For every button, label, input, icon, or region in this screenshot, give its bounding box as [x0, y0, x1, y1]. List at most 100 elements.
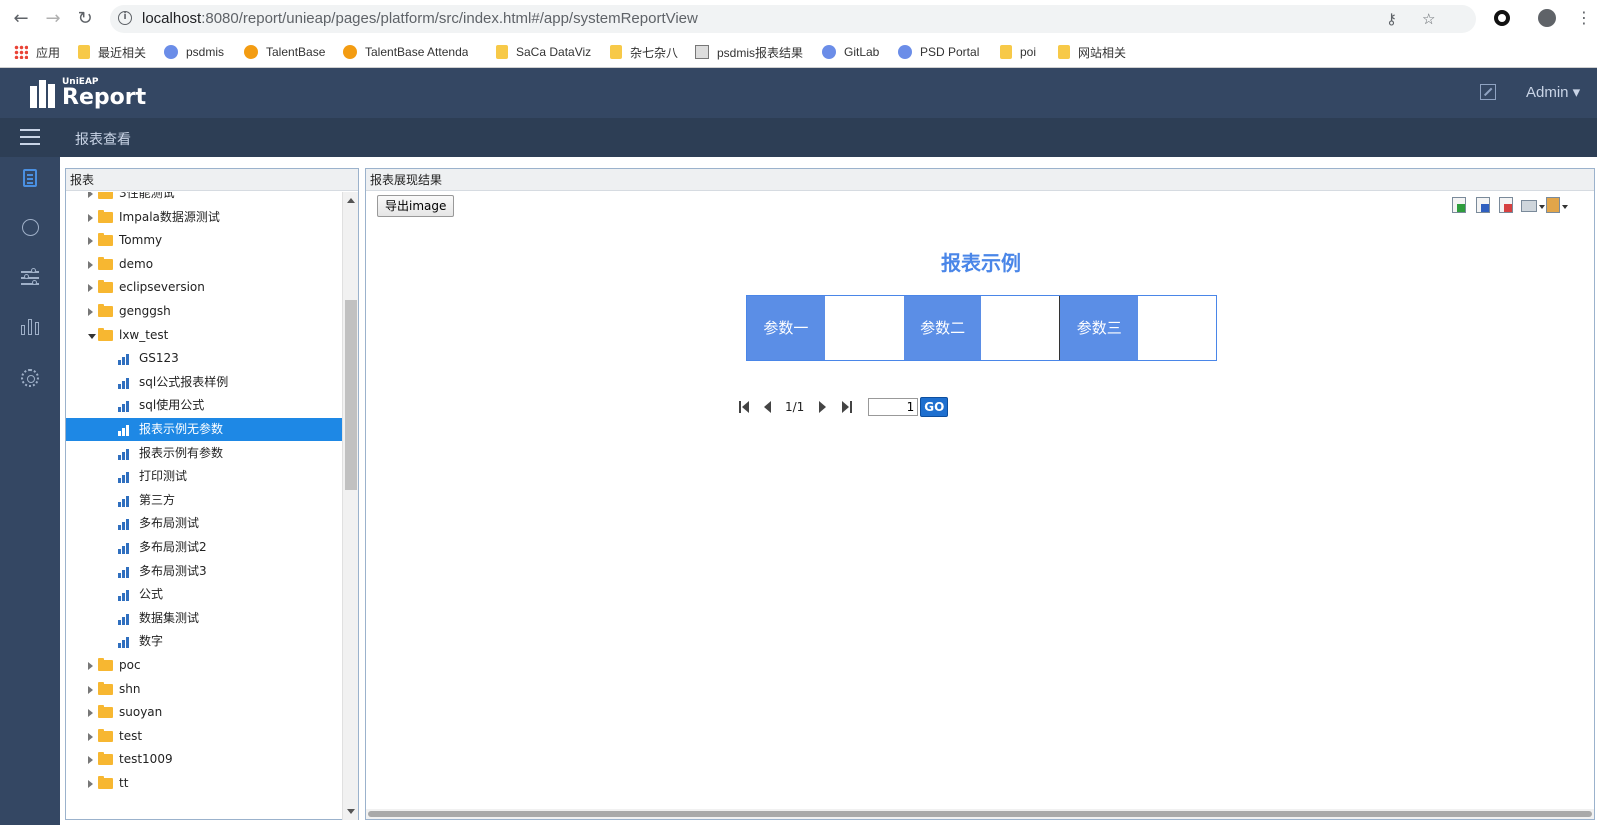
prev-page-icon[interactable]: [763, 401, 773, 413]
page-number-input[interactable]: [868, 398, 919, 416]
tree-report-item[interactable]: 打印测试: [66, 465, 343, 488]
result-hscrollbar[interactable]: [366, 809, 1594, 819]
tree-scrollbar[interactable]: [342, 192, 358, 820]
tree-collapsed-chevron-icon[interactable]: [88, 213, 93, 222]
tree-folder-item[interactable]: Tommy: [66, 229, 343, 252]
bookmark-item[interactable]: GitLab: [822, 43, 879, 61]
export-word-icon[interactable]: [1476, 197, 1490, 213]
go-button[interactable]: GO: [920, 397, 949, 417]
tree-folder-item[interactable]: eclipseversion: [66, 276, 343, 299]
last-page-icon[interactable]: [842, 401, 853, 413]
tree-collapsed-chevron-icon[interactable]: [88, 237, 93, 246]
forward-arrow-icon[interactable]: →: [42, 8, 64, 30]
report-chart-icon: [118, 447, 132, 460]
export-image-button[interactable]: 导出image: [377, 195, 455, 217]
paste-dropdown-chevron-icon[interactable]: [1562, 205, 1568, 209]
tree-folder-item[interactable]: tt: [66, 772, 343, 795]
bookmark-item[interactable]: 杂七杂八: [610, 43, 678, 61]
tree-report-item[interactable]: GS123: [66, 347, 343, 370]
tree-folder-item[interactable]: Impala数据源测试: [66, 206, 343, 229]
address-url[interactable]: localhost:8080/report/unieap/pages/platf…: [142, 10, 698, 27]
profile-avatar-icon[interactable]: [1538, 9, 1556, 27]
print-icon[interactable]: [1521, 200, 1537, 212]
bookmark-item[interactable]: psdmis: [164, 43, 224, 61]
extension-icon[interactable]: [1494, 10, 1510, 26]
scrollbar-thumb[interactable]: [345, 300, 357, 490]
hamburger-menu-icon[interactable]: [20, 128, 40, 146]
reload-icon[interactable]: ↻: [74, 8, 96, 30]
param-value-3[interactable]: [1138, 296, 1216, 360]
tree-collapsed-chevron-icon[interactable]: [88, 192, 93, 198]
address-bar[interactable]: i localhost:8080/report/unieap/pages/pla…: [110, 5, 1476, 33]
bookmark-item[interactable]: TalentBase Attenda: [343, 43, 468, 61]
export-pdf-icon[interactable]: [1499, 197, 1513, 213]
tree-report-item[interactable]: 数据集测试: [66, 607, 343, 630]
back-arrow-icon[interactable]: ←: [10, 8, 32, 30]
param-value-2[interactable]: [981, 296, 1061, 360]
tree-collapsed-chevron-icon[interactable]: [88, 685, 93, 694]
tree-report-item[interactable]: 报表示例有参数: [66, 442, 343, 465]
tree-collapsed-chevron-icon[interactable]: [88, 732, 93, 741]
tree-folder-item[interactable]: suoyan: [66, 701, 343, 724]
export-excel-icon[interactable]: [1452, 197, 1466, 213]
sliders-icon[interactable]: [21, 268, 39, 285]
tree-folder-item[interactable]: shn: [66, 678, 343, 701]
tree-report-item[interactable]: sql公式报表样例: [66, 371, 343, 394]
tree-report-item[interactable]: 多布局测试2: [66, 536, 343, 559]
first-page-icon[interactable]: [739, 401, 749, 413]
tree-folder-item[interactable]: test: [66, 725, 343, 748]
bookmark-label: psdmis报表结果: [717, 45, 804, 60]
tree-folder-item[interactable]: poc: [66, 654, 343, 677]
folder-icon: [1058, 45, 1070, 59]
tree-folder-item[interactable]: demo: [66, 253, 343, 276]
tree-report-item[interactable]: 第三方: [66, 489, 343, 512]
report-chart-icon: [118, 494, 132, 507]
bookmark-item[interactable]: PSD Portal: [898, 43, 979, 61]
fullscreen-icon[interactable]: [1480, 84, 1496, 100]
scroll-up-icon[interactable]: [347, 198, 355, 203]
tree-folder-item[interactable]: test1009: [66, 748, 343, 771]
user-menu[interactable]: Admin ▾: [1526, 83, 1580, 101]
tree-report-item[interactable]: 多布局测试: [66, 512, 343, 535]
site-info-icon[interactable]: i: [118, 11, 132, 25]
tree-report-item[interactable]: 报表示例无参数: [66, 418, 343, 441]
tree-collapsed-chevron-icon[interactable]: [88, 260, 93, 269]
print-dropdown-chevron-icon[interactable]: [1539, 205, 1545, 209]
tree-report-item[interactable]: 数字: [66, 630, 343, 653]
bookmark-item[interactable]: SaCa DataViz: [496, 43, 591, 61]
bookmark-star-icon[interactable]: ☆: [1422, 10, 1435, 28]
tree-folder-item[interactable]: genggsh: [66, 300, 343, 323]
bookmark-item[interactable]: psdmis报表结果: [695, 43, 803, 61]
tree-item-label: lxw_test: [119, 327, 169, 342]
tree-collapsed-chevron-icon[interactable]: [88, 756, 93, 765]
bookmark-item[interactable]: TalentBase: [244, 43, 325, 61]
bookmark-item[interactable]: poi: [1000, 43, 1036, 61]
bookmark-item[interactable]: 最近相关: [78, 43, 146, 61]
tree-collapsed-chevron-icon[interactable]: [88, 284, 93, 293]
menu-dots-icon[interactable]: ⋮: [1574, 9, 1594, 29]
tree-collapsed-chevron-icon[interactable]: [88, 780, 93, 788]
tree-report-item[interactable]: sql使用公式: [66, 394, 343, 417]
bookmark-item[interactable]: 应用: [14, 43, 60, 61]
scroll-down-icon[interactable]: [347, 809, 355, 814]
dashboard-icon[interactable]: [22, 219, 39, 236]
tree-collapsed-chevron-icon[interactable]: [88, 308, 93, 316]
tree-collapsed-chevron-icon[interactable]: [88, 662, 93, 670]
tree-report-item[interactable]: 公式: [66, 583, 343, 606]
bar-chart-icon[interactable]: [21, 317, 39, 335]
settings-gear-icon[interactable]: [21, 369, 39, 387]
bookmark-item[interactable]: 网站相关: [1058, 43, 1126, 61]
unieap-report-logo[interactable]: UniEAP Report: [30, 73, 146, 113]
next-page-icon[interactable]: [818, 401, 828, 413]
report-view-icon[interactable]: [23, 169, 37, 187]
hscrollbar-thumb[interactable]: [368, 811, 1592, 817]
tree-expanded-chevron-icon[interactable]: [88, 333, 96, 339]
tree-report-item[interactable]: 多布局测试3: [66, 560, 343, 583]
param-value-1[interactable]: [824, 296, 904, 360]
tree-item-label: GS123: [139, 351, 179, 366]
paste-options-icon[interactable]: [1546, 197, 1560, 213]
key-icon[interactable]: ⚷: [1386, 10, 1397, 28]
tree-folder-item[interactable]: lxw_test: [66, 324, 343, 347]
tree-collapsed-chevron-icon[interactable]: [88, 709, 93, 718]
tree-folder-item[interactable]: 3性能测试: [66, 192, 343, 205]
